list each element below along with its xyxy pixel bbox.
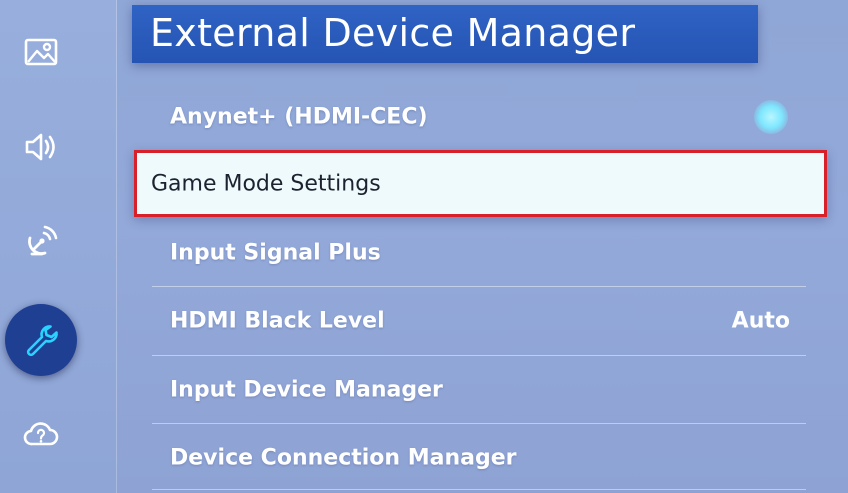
menu-item-label: Game Mode Settings — [151, 171, 381, 196]
sidebar-item-sound[interactable] — [5, 111, 77, 183]
sidebar-item-broadcasting[interactable] — [5, 206, 77, 278]
page-title: External Device Manager — [150, 11, 636, 55]
toggle-on-indicator — [754, 100, 788, 134]
sidebar — [0, 0, 117, 493]
picture-icon — [24, 38, 58, 66]
sound-icon — [25, 133, 55, 161]
menu-item-value: Auto — [731, 308, 790, 334]
menu-item-label: Device Connection Manager — [170, 445, 517, 471]
menu-item-label: Input Device Manager — [170, 377, 443, 403]
divider — [152, 489, 806, 490]
menu-item-game-mode-settings[interactable]: Game Mode Settings — [134, 150, 827, 217]
sidebar-item-picture[interactable] — [5, 17, 77, 89]
broadcasting-icon — [28, 225, 58, 256]
menu-item-hdmi-black-level[interactable]: HDMI Black Level Auto — [152, 287, 806, 355]
menu-item-input-signal-plus[interactable]: Input Signal Plus — [152, 219, 806, 287]
sidebar-item-general[interactable] — [5, 304, 77, 376]
menu-item-label: Input Signal Plus — [170, 240, 381, 266]
menu-item-device-connection-manager[interactable]: Device Connection Manager — [152, 424, 806, 492]
support-icon — [23, 422, 59, 446]
menu-item-anynet[interactable]: Anynet+ (HDMI-CEC) — [152, 83, 806, 151]
wrench-icon — [26, 325, 58, 357]
sidebar-item-support[interactable] — [5, 398, 77, 470]
menu-item-input-device-manager[interactable]: Input Device Manager — [152, 356, 806, 424]
menu-item-label: HDMI Black Level — [170, 308, 385, 334]
menu-item-label: Anynet+ (HDMI-CEC) — [170, 104, 428, 130]
page-title-box: External Device Manager — [132, 5, 758, 63]
